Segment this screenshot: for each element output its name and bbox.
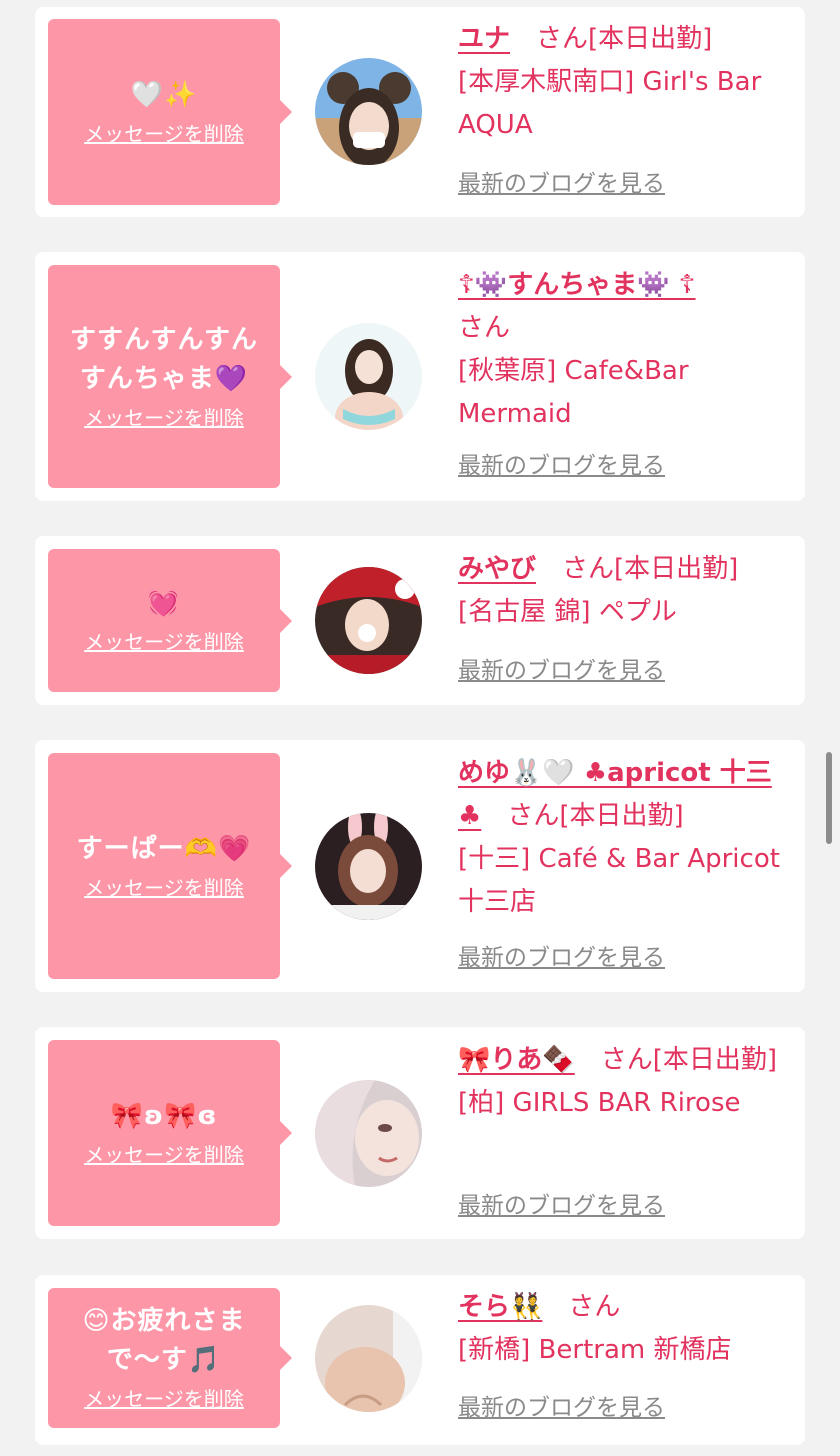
cast-info: 🎀りあ🍫 さん[本日出勤] [柏] GIRLS BAR Rirose: [458, 1039, 790, 1125]
message-bubble: 🎀ʚ🎀ɞ メッセージを削除: [48, 1040, 292, 1226]
shop-name: [本厚木駅南口] Girl's Bar AQUA: [458, 67, 762, 140]
cast-status: さん[本日出勤]: [574, 1045, 778, 1075]
shop-name: [秋葉原] Cafe&Bar Mermaid: [458, 356, 689, 429]
latest-blog-link[interactable]: 最新のブログを見る: [458, 1191, 665, 1221]
cast-name-link[interactable]: ☦👾すんちゃま👾 ☦: [458, 270, 696, 300]
avatar[interactable]: [315, 567, 422, 674]
message-card: 🤍✨ メッセージを削除 ユナ さん[本日出勤] [本厚木駅南口] Girl's …: [35, 7, 805, 217]
message-card: 💓 メッセージを削除 みやび さん[本日出勤] [名古屋 錦] ペプル 最新のブ…: [35, 536, 805, 705]
message-text: 🤍✨: [130, 79, 198, 110]
delete-message-link[interactable]: メッセージを削除: [84, 119, 244, 149]
cast-name-line: みやび さん[本日出勤]: [458, 548, 790, 591]
avatar[interactable]: [315, 1080, 422, 1187]
cast-name-line: そら👯 さん: [458, 1286, 790, 1329]
cast-info: ☦👾すんちゃま👾 ☦ さん [秋葉原] Cafe&Bar Mermaid: [458, 264, 790, 436]
cast-info: そら👯 さん [新橋] Bertram 新橋店: [458, 1286, 790, 1372]
message-bubble: すーぱー🫶💗 メッセージを削除: [48, 753, 292, 979]
message-text: すーぱー🫶💗: [76, 833, 252, 864]
latest-blog-link[interactable]: 最新のブログを見る: [458, 656, 665, 686]
delete-message-link[interactable]: メッセージを削除: [84, 1140, 244, 1170]
cast-status: さん[本日出勤]: [481, 801, 684, 831]
cast-name-link[interactable]: ユナ: [458, 24, 510, 54]
message-text: 💓: [147, 588, 181, 618]
avatar[interactable]: [315, 323, 422, 430]
cast-status: さん: [542, 1292, 621, 1322]
cast-name-line: 🎀りあ🍫 さん[本日出勤]: [458, 1039, 790, 1082]
message-card: すーぱー🫶💗 メッセージを削除 めゆ🐰🤍 ♣apricot 十三♣ さん[本日出…: [35, 740, 805, 992]
message-bubble: 💓 メッセージを削除: [48, 549, 292, 692]
cast-status: さん: [458, 313, 511, 343]
cast-name-line: ☦👾すんちゃま👾 ☦: [458, 264, 790, 307]
message-card: 🎀ʚ🎀ɞ メッセージを削除 🎀りあ🍫 さん[本日出勤] [柏] GIRLS BA…: [35, 1027, 805, 1239]
delete-message-link[interactable]: メッセージを削除: [84, 1384, 244, 1414]
cast-name-line: ユナ さん[本日出勤]: [458, 18, 790, 61]
latest-blog-link[interactable]: 最新のブログを見る: [458, 451, 665, 481]
cast-name-link[interactable]: 🎀りあ🍫: [458, 1045, 575, 1075]
cast-name-link[interactable]: みやび: [458, 554, 536, 584]
message-text: 😊お疲れさまで〜す🎵: [82, 1306, 246, 1375]
delete-message-link[interactable]: メッセージを削除: [84, 403, 244, 433]
shop-name: [新橋] Bertram 新橋店: [458, 1335, 732, 1365]
avatar[interactable]: [315, 58, 422, 165]
delete-message-link[interactable]: メッセージを削除: [84, 627, 244, 657]
message-feed: 🤍✨ メッセージを削除 ユナ さん[本日出勤] [本厚木駅南口] Girl's …: [0, 0, 840, 1456]
shop-name: [名古屋 錦] ペプル: [458, 597, 677, 627]
message-text: すすんすんすんすんちゃま💜: [70, 324, 258, 394]
cast-status: さん[本日出勤]: [536, 554, 739, 584]
latest-blog-link[interactable]: 最新のブログを見る: [458, 169, 665, 199]
cast-info: めゆ🐰🤍 ♣apricot 十三♣ さん[本日出勤] [十三] Café & B…: [458, 752, 790, 924]
message-bubble: 😊お疲れさまで〜す🎵 メッセージを削除: [48, 1288, 292, 1428]
shop-name: [十三] Café & Bar Apricot 十三店: [458, 844, 780, 917]
cast-info: ユナ さん[本日出勤] [本厚木駅南口] Girl's Bar AQUA: [458, 18, 790, 147]
latest-blog-link[interactable]: 最新のブログを見る: [458, 943, 665, 973]
shop-name: [柏] GIRLS BAR Rirose: [458, 1088, 741, 1118]
cast-name-line: めゆ🐰🤍 ♣apricot 十三♣ さん[本日出勤]: [458, 752, 790, 838]
scrollbar-thumb[interactable]: [826, 752, 832, 844]
delete-message-link[interactable]: メッセージを削除: [84, 873, 244, 903]
message-text: 🎀ʚ🎀ɞ: [110, 1100, 218, 1131]
cast-info: みやび さん[本日出勤] [名古屋 錦] ペプル: [458, 548, 790, 634]
cast-status: さん[本日出勤]: [510, 24, 713, 54]
latest-blog-link[interactable]: 最新のブログを見る: [458, 1393, 665, 1423]
message-card: 😊お疲れさまで〜す🎵 メッセージを削除 そら👯 さん [新橋] Bertram …: [35, 1275, 805, 1445]
avatar[interactable]: [315, 813, 422, 920]
avatar[interactable]: [315, 1305, 422, 1412]
message-bubble: すすんすんすんすんちゃま💜 メッセージを削除: [48, 265, 292, 488]
message-bubble: 🤍✨ メッセージを削除: [48, 19, 292, 205]
message-card: すすんすんすんすんちゃま💜 メッセージを削除 ☦👾すんちゃま👾 ☦ さん [秋葉…: [35, 252, 805, 501]
cast-name-link[interactable]: そら👯: [458, 1292, 542, 1322]
